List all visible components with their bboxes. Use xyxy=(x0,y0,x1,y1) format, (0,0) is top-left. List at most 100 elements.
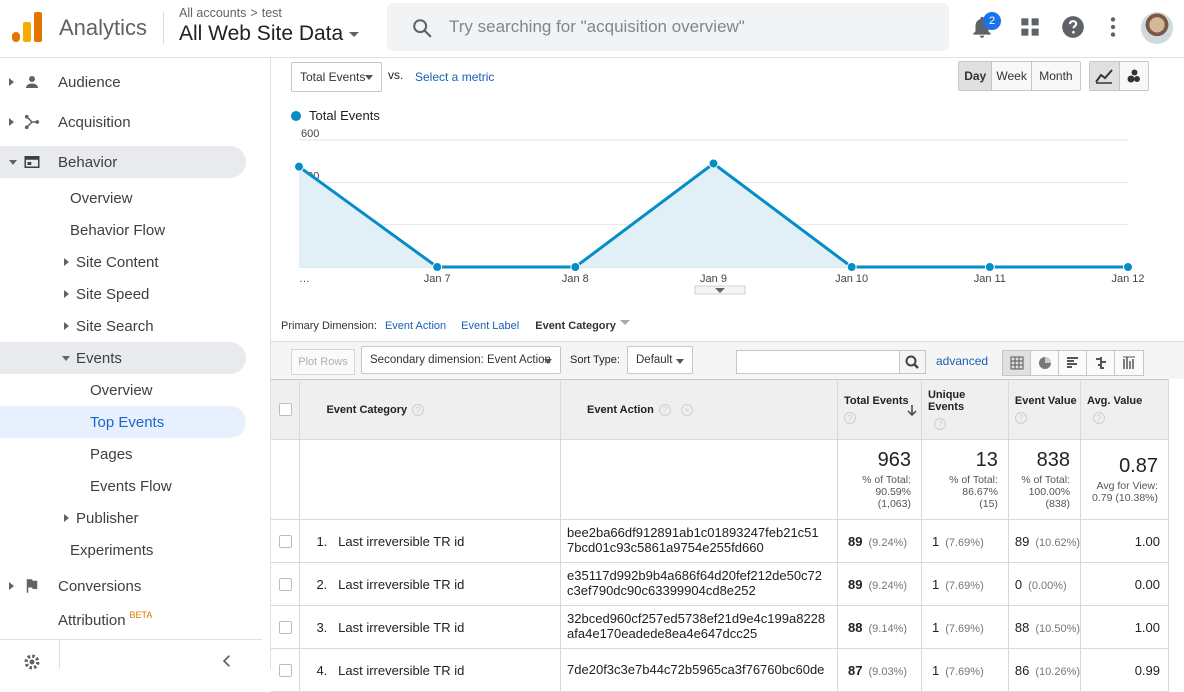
help-icon[interactable]: ? xyxy=(1014,411,1027,424)
sidebar-item-behavior[interactable]: Behavior xyxy=(0,146,246,178)
x-tick-label: … xyxy=(299,273,310,285)
sidebar-item-behavior-flow[interactable]: Behavior Flow xyxy=(0,214,246,246)
sidebar-item-publisher[interactable]: Publisher xyxy=(0,502,246,534)
sidebar-item-label: Events Flow xyxy=(90,477,172,495)
column-header-event-action[interactable]: Event Action? × xyxy=(560,379,839,440)
dimension-event-action[interactable]: Event Action xyxy=(385,320,446,332)
sidebar-item-site-search[interactable]: Site Search xyxy=(0,310,246,342)
event-value-total: 838% of Total: 100.00% (838) xyxy=(1008,439,1082,520)
column-header-event-category[interactable]: Event Category? xyxy=(299,379,562,440)
breadcrumb-root[interactable]: All accounts xyxy=(179,6,246,20)
search-input[interactable] xyxy=(449,15,929,39)
data-point xyxy=(570,262,581,272)
chevron-down-icon xyxy=(676,359,684,364)
sidebar-footer xyxy=(0,639,262,672)
sidebar-item-events[interactable]: Events xyxy=(0,342,246,374)
data-point xyxy=(432,262,443,272)
total-events-cell: 87 (9.03%) xyxy=(837,648,922,692)
help-icon[interactable]: ? xyxy=(933,417,946,430)
sidebar-item-site-content[interactable]: Site Content xyxy=(0,246,246,278)
event-value-cell: 0 (0.00%) xyxy=(1008,562,1082,606)
term-cloud-view-icon[interactable] xyxy=(1115,351,1143,375)
secondary-dimension-value: Secondary dimension: Event Action xyxy=(370,354,551,366)
sidebar-item-experiments[interactable]: Experiments xyxy=(0,534,246,566)
row-checkbox[interactable] xyxy=(278,620,292,634)
comparison-view-icon[interactable] xyxy=(1087,351,1115,375)
advanced-filter-link[interactable]: advanced xyxy=(936,354,988,368)
remove-dimension-icon[interactable]: × xyxy=(680,403,693,416)
sort-desc-icon xyxy=(907,405,917,416)
row-checkbox[interactable] xyxy=(278,534,292,548)
event-category-link[interactable]: Last irreversible TR id xyxy=(338,577,464,592)
period-day-button[interactable]: Day xyxy=(959,62,993,90)
table-row[interactable]: 3. Last irreversible TR id 32bced960cf25… xyxy=(271,605,1169,649)
sidebar-item-audience[interactable]: Audience xyxy=(0,66,246,98)
avatar[interactable] xyxy=(1141,12,1173,44)
column-header-unique-events[interactable]: Unique Events? xyxy=(921,379,1009,440)
event-category-link[interactable]: Last irreversible TR id xyxy=(338,620,464,635)
select-all-checkbox[interactable] xyxy=(278,403,292,416)
sidebar-item-top-events[interactable]: Top Events xyxy=(0,406,246,438)
row-checkbox[interactable] xyxy=(278,663,292,677)
sidebar-item-behavior-overview[interactable]: Overview xyxy=(0,182,246,214)
pie-view-icon[interactable] xyxy=(1031,351,1059,375)
column-header-total-events[interactable]: Total Events? xyxy=(837,379,922,440)
acquisition-icon xyxy=(24,114,40,130)
column-header-avg-value[interactable]: Avg. Value? xyxy=(1080,379,1169,440)
help-icon[interactable]: ? xyxy=(412,403,425,416)
plot-rows-button[interactable]: Plot Rows xyxy=(291,349,355,375)
row-checkbox[interactable] xyxy=(278,577,292,591)
sidebar-item-attribution[interactable]: Attribution BETA xyxy=(0,604,246,636)
sidebar-item-site-speed[interactable]: Site Speed xyxy=(0,278,246,310)
gear-icon[interactable] xyxy=(22,652,42,672)
behavior-icon xyxy=(24,156,40,168)
event-category-link[interactable]: Last irreversible TR id xyxy=(338,534,464,549)
column-header-event-value[interactable]: Event Value? xyxy=(1008,379,1082,440)
sidebar-item-acquisition[interactable]: Acquisition xyxy=(0,106,246,138)
period-month-button[interactable]: Month xyxy=(1031,62,1080,90)
dimension-event-category[interactable]: Event Category xyxy=(535,320,616,332)
apps-grid-icon[interactable] xyxy=(1017,14,1043,40)
sidebar-item-pages[interactable]: Pages xyxy=(0,438,246,470)
sidebar-item-events-overview[interactable]: Overview xyxy=(0,374,246,406)
more-vert-icon[interactable] xyxy=(1100,14,1126,40)
breadcrumb-account[interactable]: test xyxy=(262,6,282,20)
metric-select[interactable]: Total Events xyxy=(291,62,382,92)
sidebar-item-events-flow[interactable]: Events Flow xyxy=(0,470,246,502)
help-icon[interactable] xyxy=(1060,14,1086,40)
select-metric-link[interactable]: Select a metric xyxy=(415,70,494,84)
sidebar-item-conversions[interactable]: Conversions xyxy=(0,570,246,602)
breadcrumb[interactable]: All accounts > test xyxy=(179,6,282,20)
table-view-icon[interactable] xyxy=(1003,351,1031,375)
event-category-link[interactable]: Last irreversible TR id xyxy=(338,663,464,678)
performance-view-icon[interactable] xyxy=(1059,351,1087,375)
totals-row: 963% of Total: 90.59% (1,063) 13% of Total… xyxy=(271,439,1169,520)
property-name: All Web Site Data xyxy=(179,22,344,45)
vs-label: vs. xyxy=(388,68,404,82)
table-filter-input[interactable] xyxy=(737,351,899,373)
help-icon[interactable]: ? xyxy=(844,411,857,424)
line-chart-icon[interactable] xyxy=(1090,62,1120,90)
table-row[interactable]: 4. Last irreversible TR id 7de20f3c3e7b4… xyxy=(271,648,1169,692)
x-tick-label: Jan 8 xyxy=(562,273,589,285)
x-tick-label: Jan 12 xyxy=(1111,273,1144,285)
search-box[interactable] xyxy=(387,3,949,51)
column-label: Total Events xyxy=(844,395,909,407)
help-icon[interactable]: ? xyxy=(658,403,671,416)
secondary-dimension-select[interactable]: Secondary dimension: Event Action xyxy=(361,346,561,374)
table-row[interactable]: 2. Last irreversible TR id e35117d992b9b… xyxy=(271,562,1169,606)
event-category-cell: 2. Last irreversible TR id xyxy=(299,562,562,606)
property-selector[interactable]: All Web Site Data xyxy=(179,22,360,46)
motion-chart-icon[interactable] xyxy=(1119,62,1148,90)
sort-type-select[interactable]: Default xyxy=(627,346,693,374)
avg-value-cell: 0.00 xyxy=(1080,562,1169,606)
period-week-button[interactable]: Week xyxy=(992,62,1032,90)
event-category-cell: 1. Last irreversible TR id xyxy=(299,519,562,563)
table-search-button[interactable] xyxy=(899,351,925,373)
total-events-cell: 89 (9.24%) xyxy=(837,519,922,563)
analytics-logo-icon[interactable] xyxy=(12,12,42,42)
table-row[interactable]: 1. Last irreversible TR id bee2ba66df912… xyxy=(271,519,1169,563)
dimension-event-label[interactable]: Event Label xyxy=(461,320,519,332)
help-icon[interactable]: ? xyxy=(1093,411,1106,424)
collapse-sidebar-icon[interactable] xyxy=(220,654,234,668)
